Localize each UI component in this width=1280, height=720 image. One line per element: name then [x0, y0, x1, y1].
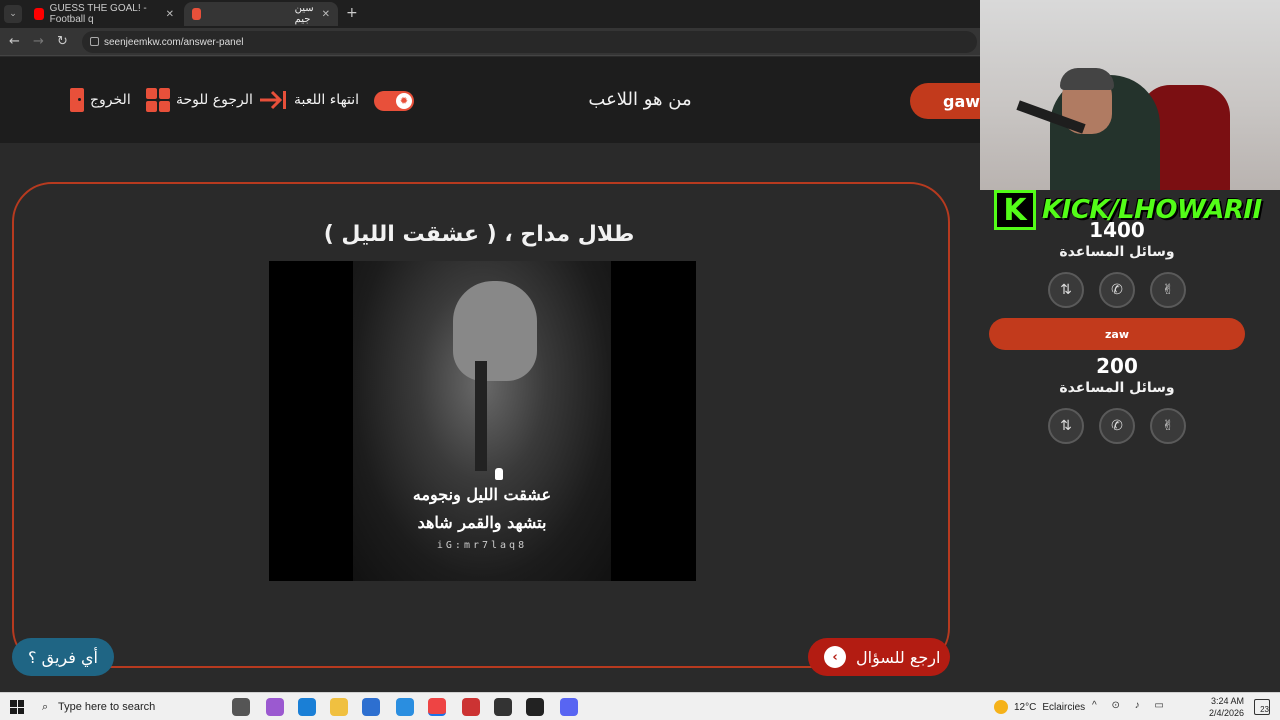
team1-name-pill: gaw — [910, 83, 980, 119]
microphone-figure — [475, 361, 487, 471]
team1-two-answers-aid-icon[interactable]: ✌ — [1150, 272, 1186, 308]
4k-app-icon[interactable] — [526, 698, 544, 716]
singer-figure — [453, 281, 537, 381]
end-game-button[interactable]: انتهاء اللعبة — [258, 88, 359, 112]
mail-icon[interactable] — [396, 698, 414, 716]
back-to-question-button[interactable]: ‹ ارجع للسؤال — [808, 638, 950, 676]
tab-guess-the-goal[interactable]: GUESS THE GOAL! - Football q ✕ — [26, 2, 182, 26]
taskbar-search-placeholder: Type here to search — [58, 701, 156, 713]
team1-phone-aid-icon[interactable]: ✆ — [1099, 272, 1135, 308]
answer-panel: ( عشقت الليل ) ، طلال مداح عشقت الليل ون… — [12, 182, 950, 668]
url-text: seenjeemkw.com/answer-panel — [104, 36, 244, 48]
team2-aids-label: وسائل المساعدة — [1059, 380, 1175, 396]
copilot-icon[interactable] — [266, 698, 284, 716]
obs-icon[interactable] — [494, 698, 512, 716]
chevron-left-icon: ‹ — [824, 646, 846, 668]
team2-phone-aid-icon[interactable]: ✆ — [1099, 408, 1135, 444]
store-icon[interactable] — [362, 698, 380, 716]
tab-label: سين جيم — [294, 3, 314, 25]
edge-icon[interactable] — [298, 698, 316, 716]
page-title: من هو اللاعب — [588, 89, 692, 110]
close-icon[interactable]: ✕ — [322, 9, 330, 20]
back-to-board-button[interactable]: الرجوع للوحة — [146, 88, 253, 112]
grid-icon — [146, 88, 170, 112]
weather-widget[interactable]: 12°C Eclaircies — [994, 700, 1085, 714]
taskbar-search-box[interactable]: ⌕ Type here to search — [34, 695, 218, 719]
streamer-cap-figure — [1060, 68, 1114, 90]
back-to-question-label: ارجع للسؤال — [856, 647, 941, 667]
weather-temp: 12°C — [1014, 701, 1037, 713]
team1-score: 1400 — [1089, 218, 1145, 242]
team1-aids-label: وسائل المساعدة — [1059, 244, 1175, 260]
forward-arrow-icon[interactable]: → — [33, 34, 44, 49]
clock-time: 3:24 AM — [1210, 696, 1244, 706]
team2-two-answers-aid-icon[interactable]: ✌ — [1150, 408, 1186, 444]
arrow-right-icon — [260, 90, 286, 110]
tab-search-dropdown[interactable]: ⌄ — [4, 5, 22, 23]
question-title: ( عشقت الليل ) ، طلال مداح — [323, 222, 635, 247]
team2-swap-aid-icon[interactable]: ⇅ — [1048, 408, 1084, 444]
windows-taskbar: ⌕ Type here to search 12°C Eclaircies ^ … — [0, 692, 1280, 720]
back-arrow-icon[interactable]: ← — [9, 34, 20, 49]
which-team-button[interactable]: أي فريق ؟ — [12, 638, 114, 676]
reload-icon[interactable]: ↻ — [57, 34, 68, 49]
discord-icon[interactable] — [560, 698, 578, 716]
record-app-icon[interactable] — [462, 698, 480, 716]
mouse-cursor-icon — [495, 468, 503, 480]
exit-door-icon — [70, 88, 84, 112]
weather-desc: Eclaircies — [1042, 701, 1086, 713]
page-header: الخروج الرجوع للوحة انتهاء اللعبة ✹ من ه… — [0, 57, 980, 143]
singer-video-frame: عشقت الليل ونجومه بتشهد والقمر شاهد iG:m… — [353, 261, 611, 581]
video-caption-line1: عشقت الليل ونجومه — [412, 485, 552, 504]
end-game-label: انتهاء اللعبة — [294, 92, 360, 108]
video-caption-line2: بتشهد والقمر شاهد — [417, 513, 547, 532]
task-view-icon[interactable] — [232, 698, 250, 716]
site-info-icon[interactable] — [90, 37, 99, 46]
partly-cloudy-icon — [994, 700, 1008, 714]
search-icon: ⌕ — [42, 701, 49, 713]
taskbar-clock[interactable]: 3:24 AM 2/4/2026 — [1200, 695, 1244, 719]
new-tab-button[interactable]: + — [346, 5, 358, 21]
video-watermark: iG:mr7laq8 — [436, 540, 528, 551]
tab-seen-jeem[interactable]: سين جيم ✕ — [184, 2, 338, 26]
clock-date: 2/4/2026 — [1208, 708, 1244, 718]
team1-swap-aid-icon[interactable]: ⇅ — [1048, 272, 1084, 308]
team2-score: 200 — [1096, 354, 1138, 378]
chrome-icon[interactable] — [428, 698, 446, 716]
system-tray-icons[interactable]: ^ ⊙ ♪ ▭ — [1092, 700, 1170, 711]
gear-icon: ✹ — [396, 93, 412, 109]
settings-toggle[interactable]: ✹ — [374, 91, 414, 111]
notification-center-icon[interactable]: 23 — [1254, 699, 1270, 715]
question-media[interactable]: عشقت الليل ونجومه بتشهد والقمر شاهد iG:m… — [269, 261, 696, 581]
exit-button[interactable]: الخروج — [70, 88, 131, 112]
seenjeem-favicon-icon — [192, 8, 201, 20]
file-explorer-icon[interactable] — [330, 698, 348, 716]
url-field[interactable]: seenjeemkw.com/answer-panel — [82, 31, 977, 53]
back-to-board-label: الرجوع للوحة — [176, 92, 253, 108]
close-icon[interactable]: ✕ — [166, 9, 174, 20]
exit-label: الخروج — [90, 92, 131, 108]
streamer-webcam — [980, 0, 1280, 190]
team2-name-pill: zaw — [989, 318, 1245, 350]
tab-label: GUESS THE GOAL! - Football q — [49, 3, 147, 25]
youtube-icon — [34, 8, 44, 20]
windows-start-icon[interactable] — [10, 700, 24, 714]
